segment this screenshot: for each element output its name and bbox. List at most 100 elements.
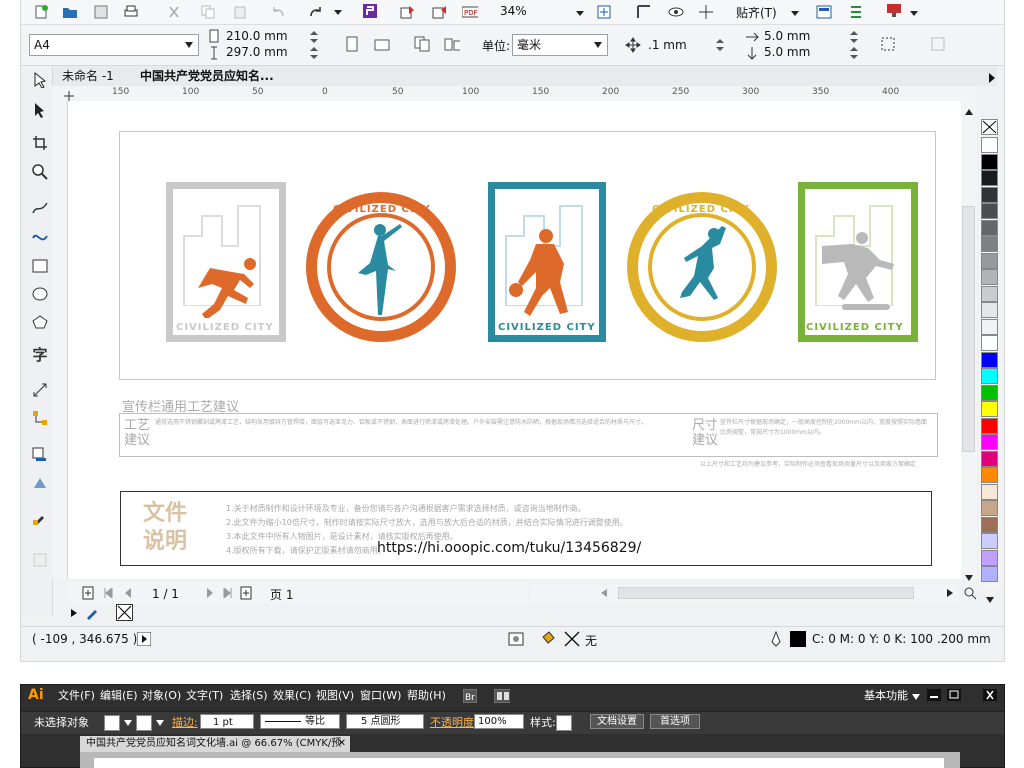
- close-tab-icon[interactable]: ✕: [338, 736, 346, 752]
- duplicate-x-field[interactable]: 5.0 mm: [764, 29, 810, 43]
- snap-to-menu[interactable]: 贴齐(T): [736, 4, 777, 21]
- publish-pdf-icon[interactable]: PDF: [462, 4, 478, 20]
- treat-as-filled-icon[interactable]: [880, 36, 896, 52]
- palette-swatch[interactable]: [981, 566, 998, 582]
- style-swatch[interactable]: [556, 715, 572, 731]
- opacity-label[interactable]: 不透明度:: [430, 714, 478, 730]
- document-info-icon[interactable]: [508, 631, 524, 647]
- pick-tool-icon[interactable]: [30, 70, 50, 90]
- palette-swatch[interactable]: [981, 219, 998, 236]
- palette-swatch[interactable]: [981, 170, 998, 186]
- close-icon[interactable]: [982, 687, 998, 703]
- zoom-level-value[interactable]: 34%: [500, 4, 527, 18]
- bridge-icon[interactable]: Br: [462, 688, 478, 704]
- polygon-tool-icon[interactable]: [30, 312, 50, 332]
- stroke-profile-select[interactable]: 等比: [260, 714, 340, 729]
- illustrator-menu-item[interactable]: 视图(V): [316, 687, 354, 703]
- fill-color-box[interactable]: [104, 715, 120, 731]
- scroll-down-icon[interactable]: [961, 570, 977, 586]
- stroke-weight-label[interactable]: 描边:: [172, 714, 198, 730]
- brush-select[interactable]: 5 点圆形: [346, 714, 424, 729]
- nudge-distance-field[interactable]: .1 mm: [648, 38, 687, 52]
- palette-swatch[interactable]: [981, 401, 998, 417]
- connector-tool-icon[interactable]: [30, 408, 50, 428]
- palette-swatch[interactable]: [981, 351, 998, 368]
- scroll-right-icon[interactable]: [942, 585, 958, 601]
- no-color-swatch[interactable]: [981, 119, 998, 135]
- page-options-icon[interactable]: [930, 36, 946, 52]
- palette-swatch[interactable]: [981, 417, 998, 434]
- dropdown-arrow-icon[interactable]: [330, 4, 346, 20]
- open-folder-icon[interactable]: [62, 4, 78, 20]
- palette-scroll-down-icon[interactable]: [982, 592, 998, 608]
- palette-swatch[interactable]: [981, 285, 998, 302]
- rulers-icon[interactable]: [636, 4, 652, 20]
- palette-swatch[interactable]: [981, 236, 998, 252]
- palette-swatch[interactable]: [981, 516, 998, 533]
- palette-swatch[interactable]: [981, 533, 998, 549]
- palette-swatch[interactable]: [981, 318, 998, 335]
- save-icon[interactable]: [93, 4, 109, 20]
- illustrator-menu-item[interactable]: 效果(C): [273, 687, 311, 703]
- ellipse-tool-icon[interactable]: [30, 284, 50, 304]
- shape-tool-icon[interactable]: [30, 100, 50, 120]
- palette-swatch[interactable]: [981, 335, 998, 351]
- document-palette-arrow-icon[interactable]: [66, 605, 82, 621]
- interactive-fill-icon[interactable]: [30, 550, 50, 570]
- next-page-icon[interactable]: [202, 585, 218, 601]
- freehand-tool-icon[interactable]: [30, 198, 50, 218]
- palette-swatch[interactable]: [981, 450, 998, 467]
- stroke-dropdown-icon[interactable]: [152, 715, 168, 731]
- illustrator-document-tab[interactable]: 中国共产党党员应知名词文化墙.ai @ 66.67% (CMYK/预览) ✕: [80, 736, 350, 765]
- page-height-field[interactable]: 297.0 mm: [226, 45, 288, 59]
- tab-untitled[interactable]: 未命名 -1: [62, 67, 114, 84]
- previous-page-icon[interactable]: [120, 585, 136, 601]
- palette-swatch[interactable]: [981, 467, 998, 483]
- preferences-button[interactable]: 首选项: [650, 714, 700, 729]
- horizontal-scroll-thumb[interactable]: [618, 587, 914, 599]
- tab-party-document[interactable]: 中国共产党党员应知名...: [140, 67, 274, 84]
- application-launcher-icon[interactable]: [848, 4, 864, 20]
- snap-dropdown-icon[interactable]: [787, 5, 803, 21]
- paste-icon[interactable]: [232, 4, 248, 20]
- palette-swatch[interactable]: [981, 153, 998, 170]
- guidelines-icon[interactable]: [698, 4, 714, 20]
- status-menu-arrow-icon[interactable]: [136, 631, 152, 647]
- cut-icon[interactable]: [166, 4, 182, 20]
- undo-icon[interactable]: [270, 4, 286, 20]
- palette-swatch[interactable]: [981, 434, 998, 450]
- palette-swatch[interactable]: [981, 483, 998, 500]
- palette-swatch[interactable]: [981, 368, 998, 384]
- new-document-icon[interactable]: [33, 4, 49, 20]
- workspace-dropdown-icon[interactable]: [908, 689, 924, 705]
- palette-swatch[interactable]: [981, 302, 998, 318]
- palette-swatch[interactable]: [981, 137, 998, 153]
- current-page-icon[interactable]: [444, 36, 460, 52]
- unit-select[interactable]: 毫米: [512, 34, 608, 56]
- full-screen-icon[interactable]: [596, 4, 612, 20]
- dup-y-spinner-icon[interactable]: [846, 45, 862, 61]
- import-icon[interactable]: [400, 4, 416, 20]
- zoom-dropdown-icon[interactable]: [572, 5, 588, 21]
- stroke-weight-field[interactable]: 1 pt: [200, 714, 254, 729]
- welcome-screen-icon[interactable]: [886, 3, 902, 19]
- scroll-left-icon[interactable]: [596, 585, 612, 601]
- landscape-icon[interactable]: [374, 37, 390, 53]
- print-icon[interactable]: [123, 4, 139, 20]
- color-eyedropper-icon[interactable]: [84, 605, 100, 621]
- illustrator-menu-item[interactable]: 对象(O): [142, 687, 181, 703]
- view-icon[interactable]: [668, 4, 684, 20]
- add-page-before-icon[interactable]: [80, 585, 96, 601]
- first-page-icon[interactable]: [100, 585, 116, 601]
- zoom-tool-icon[interactable]: [30, 162, 50, 182]
- palette-swatch[interactable]: [981, 500, 998, 516]
- page-width-field[interactable]: 210.0 mm: [226, 29, 288, 43]
- illustrator-menu-item[interactable]: 编辑(E): [100, 687, 138, 703]
- dup-x-spinner-icon[interactable]: [846, 29, 862, 45]
- page-tab-1[interactable]: 页 1: [270, 586, 293, 603]
- artistic-media-icon[interactable]: [30, 226, 50, 246]
- portrait-icon[interactable]: [344, 36, 360, 52]
- scroll-up-icon[interactable]: [961, 104, 977, 120]
- maximize-icon[interactable]: [946, 687, 962, 703]
- drop-shadow-icon[interactable]: [30, 445, 50, 465]
